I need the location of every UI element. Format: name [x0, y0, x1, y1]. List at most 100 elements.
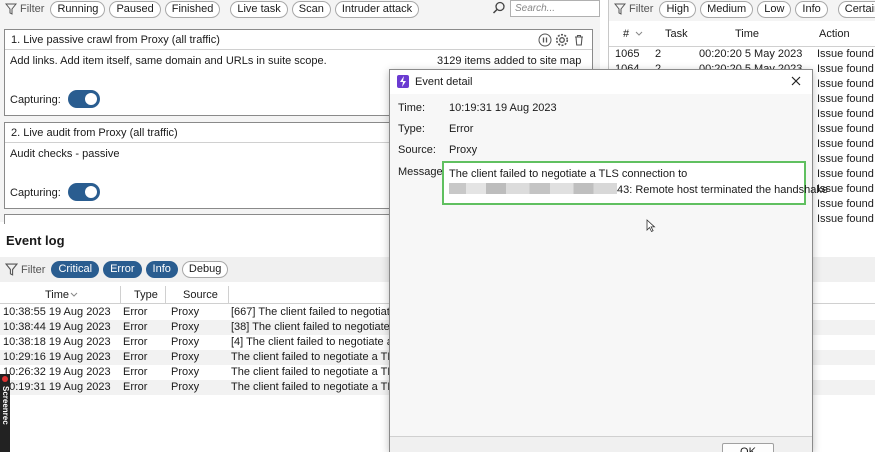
search-input[interactable]: Search... — [510, 0, 600, 17]
task-description: Audit checks - passive — [10, 148, 120, 160]
cell-action: Issue found — [817, 168, 874, 180]
column-divider[interactable] — [120, 286, 121, 304]
filter-icon[interactable] — [5, 263, 18, 276]
type-value: Error — [449, 123, 474, 135]
chip-certain[interactable]: Certain — [837, 0, 875, 18]
column-divider[interactable] — [165, 286, 166, 304]
dialog-footer: OK — [390, 436, 812, 452]
task-controls — [538, 33, 586, 47]
dialog-title: Event detail — [415, 76, 473, 88]
column-header-task[interactable]: Task — [665, 28, 688, 40]
cell-time: 10:29:16 19 Aug 2023 — [3, 351, 111, 363]
type-label: Type: — [398, 123, 425, 135]
cell-time: 10:38:18 19 Aug 2023 — [3, 336, 111, 348]
column-header-action[interactable]: Action — [819, 28, 850, 40]
chip-running[interactable]: Running — [50, 0, 106, 18]
watermark-text: Screenrec — [1, 386, 10, 425]
time-value: 10:19:31 19 Aug 2023 — [449, 102, 557, 114]
capturing-toggle[interactable] — [68, 90, 100, 108]
column-header-source[interactable]: Source — [183, 289, 218, 301]
event-detail-dialog: Event detail Time: 10:19:31 19 Aug 2023 … — [389, 69, 828, 452]
cell-message: [667] The client failed to negotiate a — [231, 306, 406, 318]
column-header-time[interactable]: Time — [735, 28, 759, 40]
chevron-down-icon — [635, 31, 643, 36]
message-line-2-text: 43: Remote host terminated the handshake — [617, 184, 828, 196]
cell-action: Issue found — [817, 108, 874, 120]
source-value: Proxy — [449, 144, 478, 156]
cell-action: Issue found — [817, 63, 874, 75]
chip-info[interactable]: Info — [145, 261, 178, 278]
cell-type: Error — [123, 366, 148, 378]
cell-number: 1065 — [615, 48, 640, 60]
cell-action: Issue found — [817, 138, 874, 150]
chip-info[interactable]: Info — [795, 0, 828, 18]
chip-paused[interactable]: Paused — [109, 0, 161, 18]
task-description: Add links. Add item itself, same domain … — [10, 55, 327, 67]
task-filter-bar: Filter Running Paused Finished Live task… — [0, 0, 420, 18]
cell-action: Issue found — [817, 48, 874, 60]
chip-error[interactable]: Error — [103, 261, 142, 278]
cell-action: Issue found — [817, 123, 874, 135]
column-divider[interactable] — [228, 286, 229, 304]
chip-debug[interactable]: Debug — [181, 261, 229, 278]
chip-critical[interactable]: Critical — [51, 261, 100, 278]
cell-task: 2 — [655, 48, 662, 60]
message-line-2: 43: Remote host terminated the handshake — [449, 183, 828, 196]
cell-source: Proxy — [171, 306, 200, 318]
filter-label: Filter — [629, 3, 654, 15]
cell-message: The client failed to negotiate a TLS c — [231, 381, 410, 393]
cell-time: 10:19:31 19 Aug 2023 — [3, 381, 111, 393]
cell-type: Error — [123, 351, 148, 363]
dialog-title-bar[interactable]: Event detail — [390, 70, 812, 94]
filter-icon[interactable] — [614, 3, 626, 15]
chip-high[interactable]: High — [659, 0, 697, 18]
cell-action: Issue found — [817, 93, 874, 105]
redacted-host — [449, 183, 617, 194]
message-label: Message: — [398, 166, 446, 178]
chip-scan[interactable]: Scan — [291, 0, 331, 18]
chip-low[interactable]: Low — [757, 0, 792, 18]
message-text-area[interactable]: The client failed to negotiate a TLS con… — [442, 161, 828, 205]
cell-time: 00:20:20 5 May 2023 — [699, 48, 803, 60]
column-header-number[interactable]: # — [623, 28, 629, 40]
cell-source: Proxy — [171, 351, 200, 363]
chevron-down-icon — [70, 292, 78, 297]
cell-source: Proxy — [171, 381, 200, 393]
table-header: # Task Time Action — [609, 21, 875, 47]
cell-time: 10:38:44 19 Aug 2023 — [3, 321, 111, 333]
cell-action: Issue found — [817, 198, 874, 210]
search-icon[interactable] — [492, 1, 506, 15]
filter-icon[interactable] — [5, 3, 17, 15]
close-icon[interactable] — [788, 73, 804, 89]
task-title: 1. Live passive crawl from Proxy (all tr… — [5, 30, 592, 50]
ok-button[interactable]: OK — [722, 443, 774, 452]
column-header-time[interactable]: Time — [45, 289, 69, 301]
gear-icon[interactable] — [555, 33, 569, 47]
pause-icon[interactable] — [538, 33, 552, 47]
record-dot-icon — [2, 376, 8, 382]
message-line-1: The client failed to negotiate a TLS con… — [449, 168, 688, 180]
cell-type: Error — [123, 321, 148, 333]
cell-message: The client failed to negotiate a TLS c — [231, 366, 410, 378]
chip-finished[interactable]: Finished — [164, 0, 221, 18]
issue-filter-bar: Filter High Medium Low Info Certain F — [609, 0, 875, 18]
screenrec-watermark: Screenrec — [0, 374, 10, 452]
cell-time: 10:26:32 19 Aug 2023 — [3, 366, 111, 378]
event-log-title: Event log — [6, 233, 65, 248]
filter-label: Filter — [20, 3, 45, 15]
chip-medium[interactable]: Medium — [700, 0, 754, 18]
cell-type: Error — [123, 381, 148, 393]
filter-label: Filter — [21, 263, 46, 276]
capturing-label: Capturing: — [10, 94, 61, 106]
cell-message: [38] The client failed to negotiate a — [231, 321, 399, 333]
cell-source: Proxy — [171, 366, 200, 378]
capturing-toggle[interactable] — [68, 183, 100, 201]
cell-action: Issue found — [817, 213, 874, 225]
chip-live-task[interactable]: Live task — [230, 0, 288, 18]
cell-message: [4] The client failed to negotiate a T — [231, 336, 403, 348]
table-row[interactable]: 1065 2 00:20:20 5 May 2023 Issue found — [609, 48, 875, 63]
chip-intruder-attack[interactable]: Intruder attack — [334, 0, 420, 18]
column-header-type[interactable]: Type — [134, 289, 158, 301]
source-label: Source: — [398, 144, 436, 156]
trash-icon[interactable] — [572, 33, 586, 47]
